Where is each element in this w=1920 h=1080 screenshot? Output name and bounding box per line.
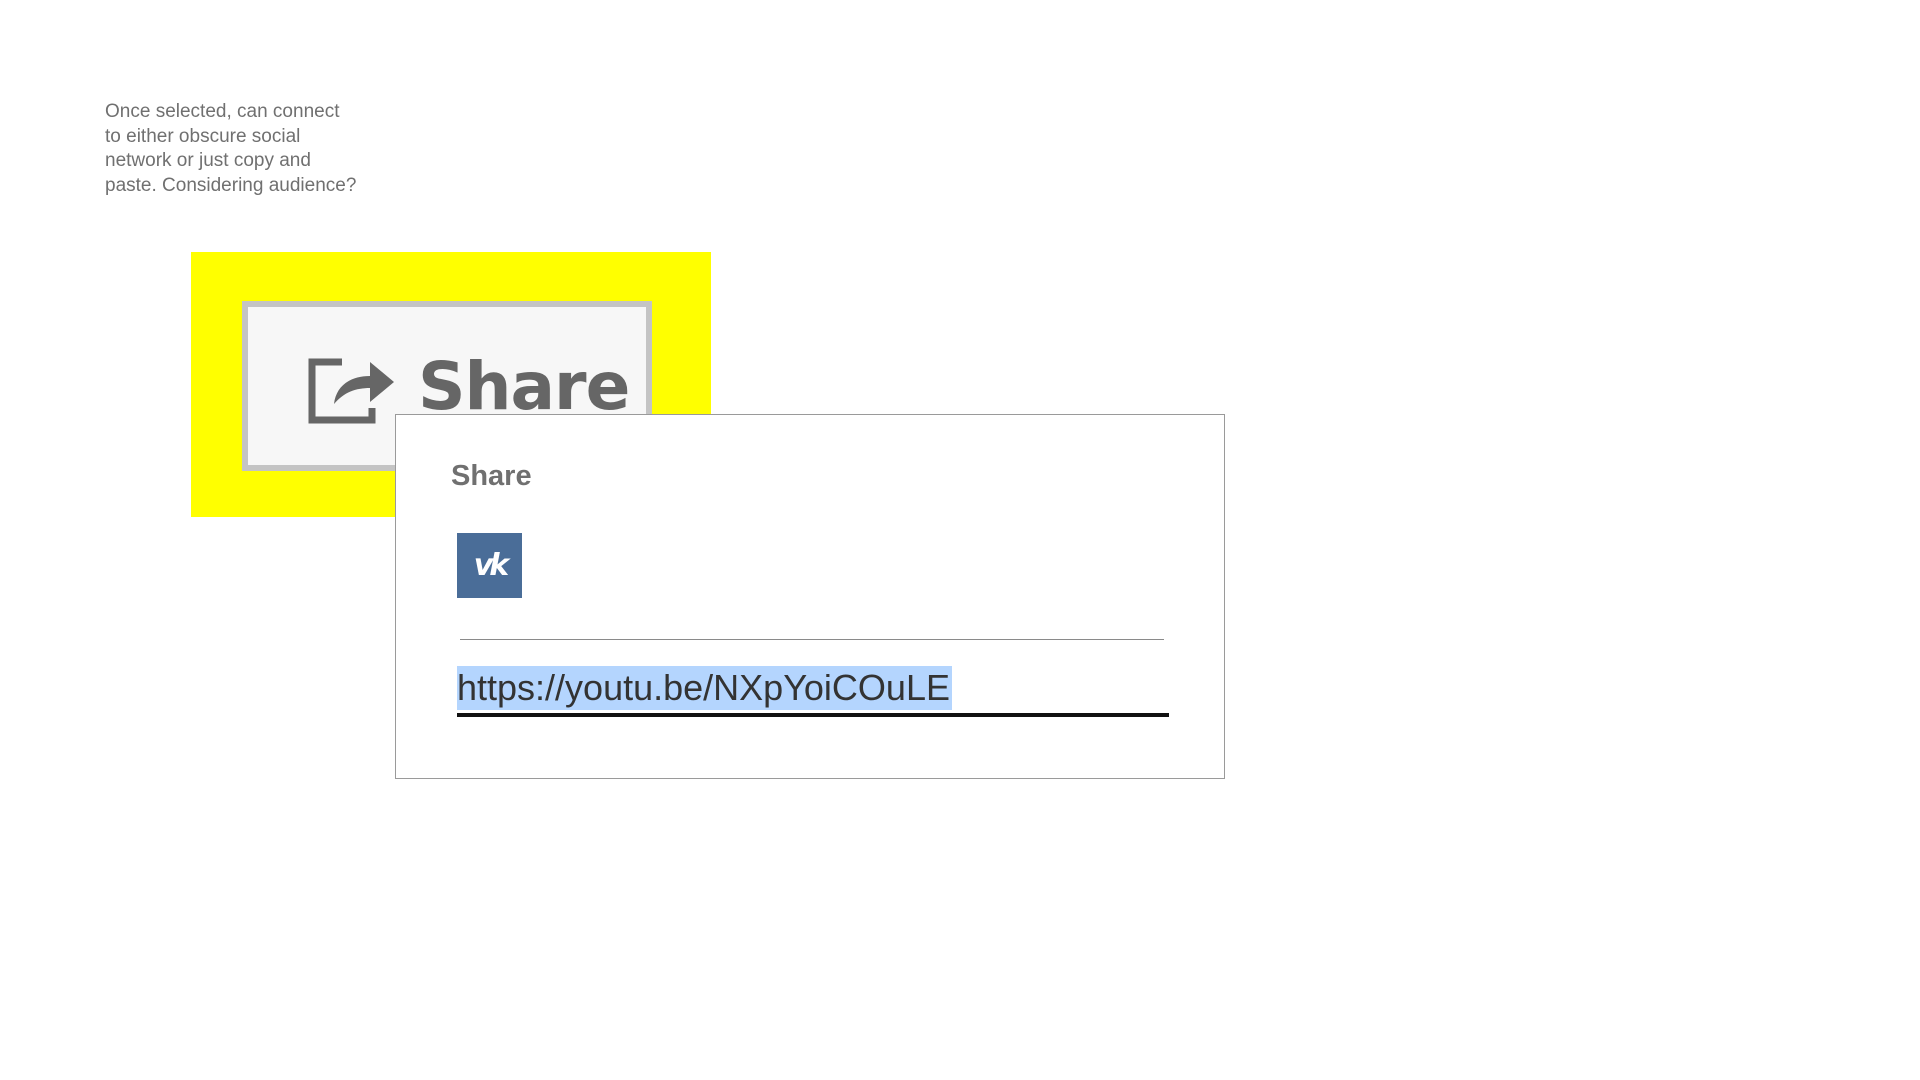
- annotation-note: Once selected, can connect to either obs…: [105, 101, 357, 196]
- dialog-title: Share: [451, 460, 532, 492]
- share-button-label: Share: [418, 347, 630, 425]
- vk-icon: vk: [473, 548, 509, 583]
- share-url-input[interactable]: https://youtu.be/NXpYoiCOuLE: [457, 663, 1169, 717]
- share-arrow-icon: [308, 358, 394, 424]
- share-dialog: Share vk https://youtu.be/NXpYoiCOuLE: [395, 414, 1225, 779]
- vk-share-button[interactable]: vk: [457, 533, 522, 598]
- share-url-text: https://youtu.be/NXpYoiCOuLE: [457, 666, 952, 710]
- divider: [460, 639, 1164, 640]
- page: Once selected, can connect to either obs…: [0, 0, 1920, 1080]
